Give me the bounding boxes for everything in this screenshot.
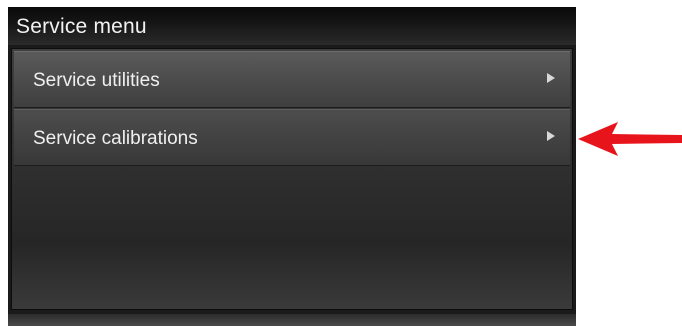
chevron-right-icon [547, 73, 555, 83]
page-title: Service menu [16, 15, 147, 38]
menu-item-service-calibrations[interactable]: Service calibrations [14, 109, 570, 166]
red-arrow-icon [578, 122, 682, 156]
menu-item-label: Service utilities [33, 70, 160, 91]
printer-front-panel: Service menu Service utilities Service c… [8, 7, 576, 326]
menu-list: Service utilities Service calibrations [11, 48, 573, 310]
chevron-right-icon [547, 131, 555, 141]
menu-item-service-utilities[interactable]: Service utilities [14, 51, 570, 108]
bottom-bar [8, 314, 576, 326]
stage: Service menu Service utilities Service c… [0, 0, 682, 326]
title-bar: Service menu [8, 7, 576, 45]
menu-item-label: Service calibrations [33, 128, 198, 149]
